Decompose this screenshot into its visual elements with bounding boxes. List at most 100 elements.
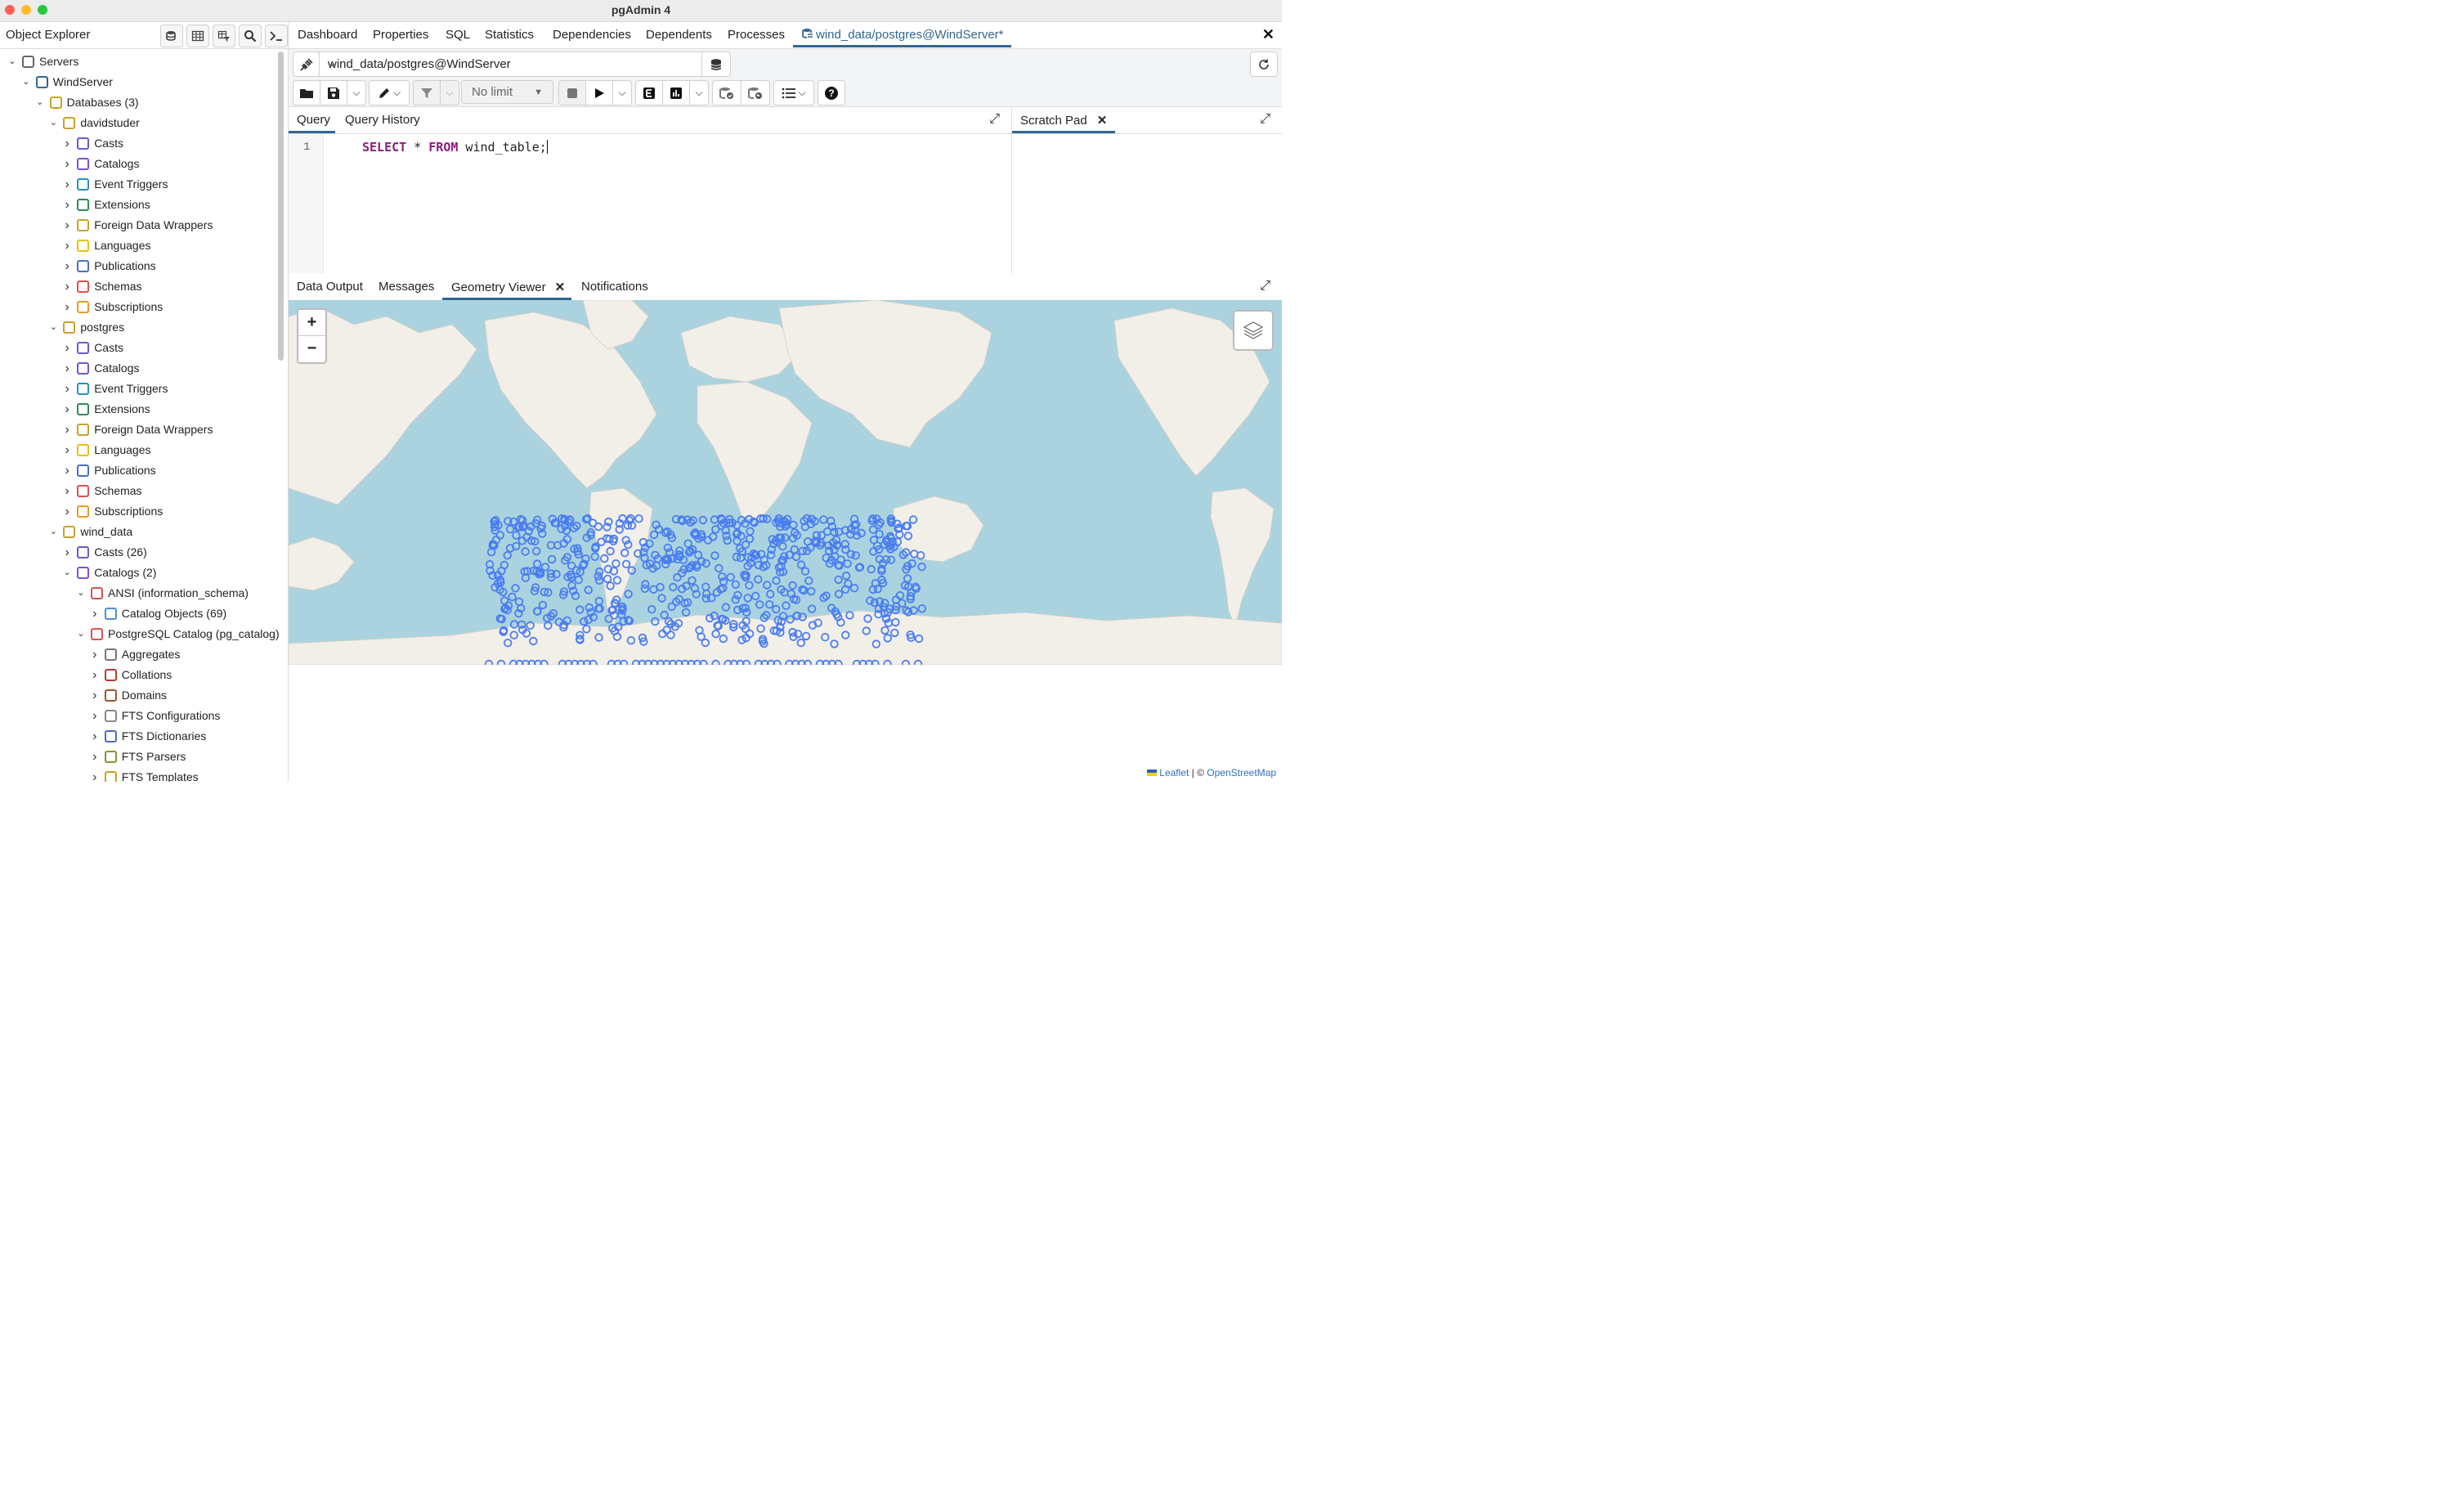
- tree-scrollbar[interactable]: [278, 52, 284, 361]
- chevron-down-icon[interactable]: ⌄: [47, 113, 59, 133]
- geometry-point[interactable]: [641, 580, 650, 589]
- geometry-point[interactable]: [503, 551, 512, 560]
- geometry-point[interactable]: [903, 574, 912, 583]
- geometry-point[interactable]: [822, 527, 832, 536]
- chevron-right-icon[interactable]: ›: [89, 685, 101, 706]
- chevron-right-icon[interactable]: ›: [61, 256, 73, 276]
- geometry-point[interactable]: [791, 552, 801, 562]
- geometry-point[interactable]: [778, 541, 787, 551]
- open-file-button[interactable]: [293, 80, 320, 105]
- row-limit-select[interactable]: No limit ▼: [461, 80, 553, 104]
- tree-node[interactable]: ⌄ davidstuder: [0, 113, 276, 133]
- tree-node[interactable]: › Catalogs: [0, 154, 276, 174]
- chevron-right-icon[interactable]: ›: [61, 195, 73, 215]
- save-file-button[interactable]: [320, 80, 347, 105]
- chevron-right-icon[interactable]: ›: [89, 726, 101, 747]
- geometry-point[interactable]: [624, 590, 633, 599]
- sql-editor[interactable]: SELECT * FROM wind_table;: [324, 134, 1011, 273]
- geometry-point[interactable]: [721, 603, 731, 612]
- geometry-point[interactable]: [895, 591, 905, 600]
- tree-node[interactable]: › Domains: [0, 685, 276, 706]
- openstreetmap-link[interactable]: OpenStreetMap: [1207, 767, 1276, 778]
- explain-analyze-button[interactable]: [662, 80, 690, 105]
- geometry-point[interactable]: [693, 550, 703, 559]
- geometry-point[interactable]: [574, 575, 584, 585]
- geometry-point[interactable]: [834, 575, 843, 585]
- execute-button[interactable]: [585, 80, 613, 105]
- geometry-point[interactable]: [532, 546, 541, 556]
- geometry-point[interactable]: [715, 563, 724, 573]
- psql-tool-button[interactable]: [265, 25, 288, 47]
- geometry-point[interactable]: [846, 550, 856, 559]
- tree-node[interactable]: › Schemas: [0, 276, 276, 297]
- geometry-point[interactable]: [789, 520, 798, 530]
- chevron-down-icon[interactable]: ⌄: [20, 72, 32, 92]
- geometry-point[interactable]: [726, 572, 735, 582]
- geometry-point[interactable]: [590, 552, 599, 562]
- tab-processes[interactable]: Processes: [728, 28, 785, 42]
- help-button[interactable]: ?: [818, 80, 845, 105]
- geometry-point[interactable]: [875, 530, 884, 539]
- geometry-point[interactable]: [567, 561, 576, 571]
- geometry-point[interactable]: [580, 617, 589, 626]
- chevron-right-icon[interactable]: ›: [89, 665, 101, 685]
- geometry-point[interactable]: [538, 600, 548, 610]
- chevron-right-icon[interactable]: ›: [61, 133, 73, 154]
- geometry-point[interactable]: [763, 581, 772, 590]
- geometry-point[interactable]: [790, 545, 800, 554]
- tree-node[interactable]: ⌄ Catalogs (2): [0, 563, 276, 583]
- geometry-point[interactable]: [807, 604, 817, 613]
- geometry-point[interactable]: [732, 536, 741, 545]
- geometry-point[interactable]: [710, 551, 719, 560]
- tree-node[interactable]: › FTS Parsers: [0, 747, 276, 767]
- tree-node[interactable]: › Event Triggers: [0, 174, 276, 195]
- geometry-point[interactable]: [917, 563, 926, 572]
- tree-node[interactable]: › Aggregates: [0, 644, 276, 665]
- tree-node[interactable]: › Casts (26): [0, 542, 276, 563]
- tree-node[interactable]: ⌄ postgres: [0, 317, 276, 338]
- tree-node[interactable]: › Collations: [0, 665, 276, 685]
- minimize-window-button[interactable]: [21, 5, 31, 15]
- filter-options-dropdown[interactable]: ⌵: [440, 80, 459, 105]
- chevron-right-icon[interactable]: ›: [61, 379, 73, 399]
- geometry-point[interactable]: [849, 584, 859, 593]
- geometry-point[interactable]: [755, 600, 764, 609]
- geometry-point[interactable]: [782, 601, 791, 610]
- tree-node[interactable]: ⌄ WindServer: [0, 72, 276, 92]
- zoom-out-button[interactable]: −: [298, 336, 325, 361]
- chevron-right-icon[interactable]: ›: [89, 603, 101, 624]
- close-icon[interactable]: ✕: [555, 280, 566, 294]
- geometry-point[interactable]: [594, 572, 603, 581]
- chevron-down-icon[interactable]: ⌄: [34, 92, 46, 113]
- chevron-right-icon[interactable]: ›: [89, 767, 101, 782]
- geometry-point[interactable]: [656, 582, 665, 592]
- tab-dependents[interactable]: Dependents: [646, 28, 712, 42]
- geometry-point[interactable]: [521, 547, 530, 556]
- geometry-point[interactable]: [843, 559, 852, 568]
- tree-node[interactable]: › FTS Configurations: [0, 706, 276, 726]
- explain-button[interactable]: [635, 80, 663, 105]
- layers-button[interactable]: [1233, 310, 1274, 351]
- tree-node[interactable]: › Languages: [0, 236, 276, 256]
- geometry-point[interactable]: [594, 596, 604, 606]
- geometry-point[interactable]: [765, 600, 774, 609]
- geometry-point[interactable]: [798, 546, 807, 556]
- geometry-point[interactable]: [731, 580, 741, 590]
- tree-node[interactable]: › FTS Templates: [0, 767, 276, 782]
- tree-node[interactable]: › Foreign Data Wrappers: [0, 419, 276, 440]
- chevron-right-icon[interactable]: ›: [89, 747, 101, 767]
- rollback-button[interactable]: [741, 80, 770, 105]
- search-objects-button[interactable]: [239, 25, 262, 47]
- tab-dependencies[interactable]: Dependencies: [553, 28, 631, 42]
- tab-properties[interactable]: Properties: [373, 28, 428, 42]
- commit-button[interactable]: [712, 80, 741, 105]
- geometry-point[interactable]: [788, 581, 797, 590]
- geometry-point[interactable]: [796, 560, 806, 569]
- geometry-point[interactable]: [673, 572, 682, 582]
- chevron-down-icon[interactable]: ⌄: [47, 317, 59, 338]
- filter-button[interactable]: [413, 80, 441, 105]
- close-tab-icon[interactable]: ✕: [1262, 26, 1275, 43]
- stop-query-button[interactable]: [558, 80, 586, 105]
- geometry-point[interactable]: [500, 560, 509, 570]
- view-data-button[interactable]: [186, 25, 209, 47]
